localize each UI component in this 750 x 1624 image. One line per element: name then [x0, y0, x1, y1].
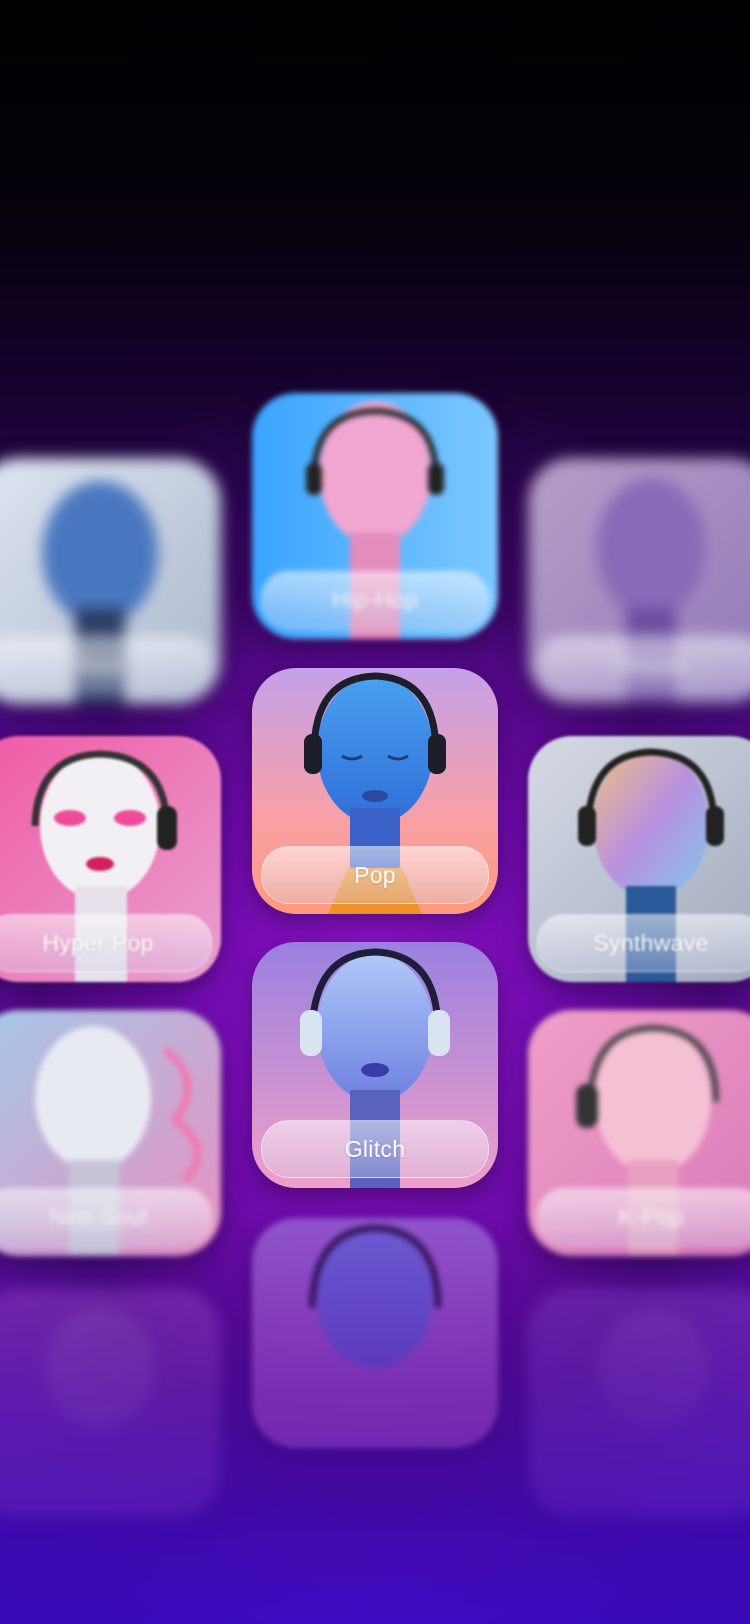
genre-label-pill: Neo-Soul	[0, 1188, 212, 1246]
genre-label-pill: Soul	[0, 636, 212, 694]
genre-label: Pop	[354, 861, 396, 888]
genre-label: Neo-Soul	[48, 1203, 148, 1230]
genre-label-pill: House	[537, 636, 750, 694]
genre-card-pop[interactable]: Pop	[252, 668, 498, 914]
genre-card-partial-center	[252, 1218, 498, 1448]
genre-card-synthwave[interactable]: Synthwave	[528, 736, 750, 982]
genre-grid: Soul Hip-Hop House Hyper Pop Pop Synthwa…	[0, 0, 750, 1624]
genre-label-pill: Pop	[261, 846, 489, 904]
genre-card-partial-right	[528, 1288, 750, 1518]
avatar	[252, 1218, 498, 1448]
genre-card-house[interactable]: House	[528, 458, 750, 704]
genre-card-soul[interactable]: Soul	[0, 458, 221, 704]
genre-label: K-Pop	[618, 1203, 684, 1230]
avatar	[528, 1288, 750, 1518]
genre-label: Hip-Hop	[331, 586, 419, 613]
genre-label-pill: Hip-Hop	[261, 571, 489, 629]
avatar	[0, 1288, 221, 1518]
genre-label: Hyper Pop	[42, 929, 154, 956]
genre-card-partial-left	[0, 1288, 221, 1518]
genre-label: Synthwave	[593, 929, 709, 956]
genre-card-hyper-pop[interactable]: Hyper Pop	[0, 736, 221, 982]
genre-label-pill: Synthwave	[537, 914, 750, 972]
genre-card-neo-soul[interactable]: Neo-Soul	[0, 1010, 221, 1256]
genre-label: Glitch	[344, 1135, 406, 1162]
genre-label-pill: Hyper Pop	[0, 914, 212, 972]
genre-label: House	[617, 651, 685, 678]
genre-card-k-pop[interactable]: K-Pop	[528, 1010, 750, 1256]
genre-label-pill: K-Pop	[537, 1188, 750, 1246]
genre-card-glitch[interactable]: Glitch	[252, 942, 498, 1188]
genre-label: Soul	[74, 651, 122, 678]
genre-card-hip-hop[interactable]: Hip-Hop	[252, 393, 498, 639]
genre-label-pill: Glitch	[261, 1120, 489, 1178]
